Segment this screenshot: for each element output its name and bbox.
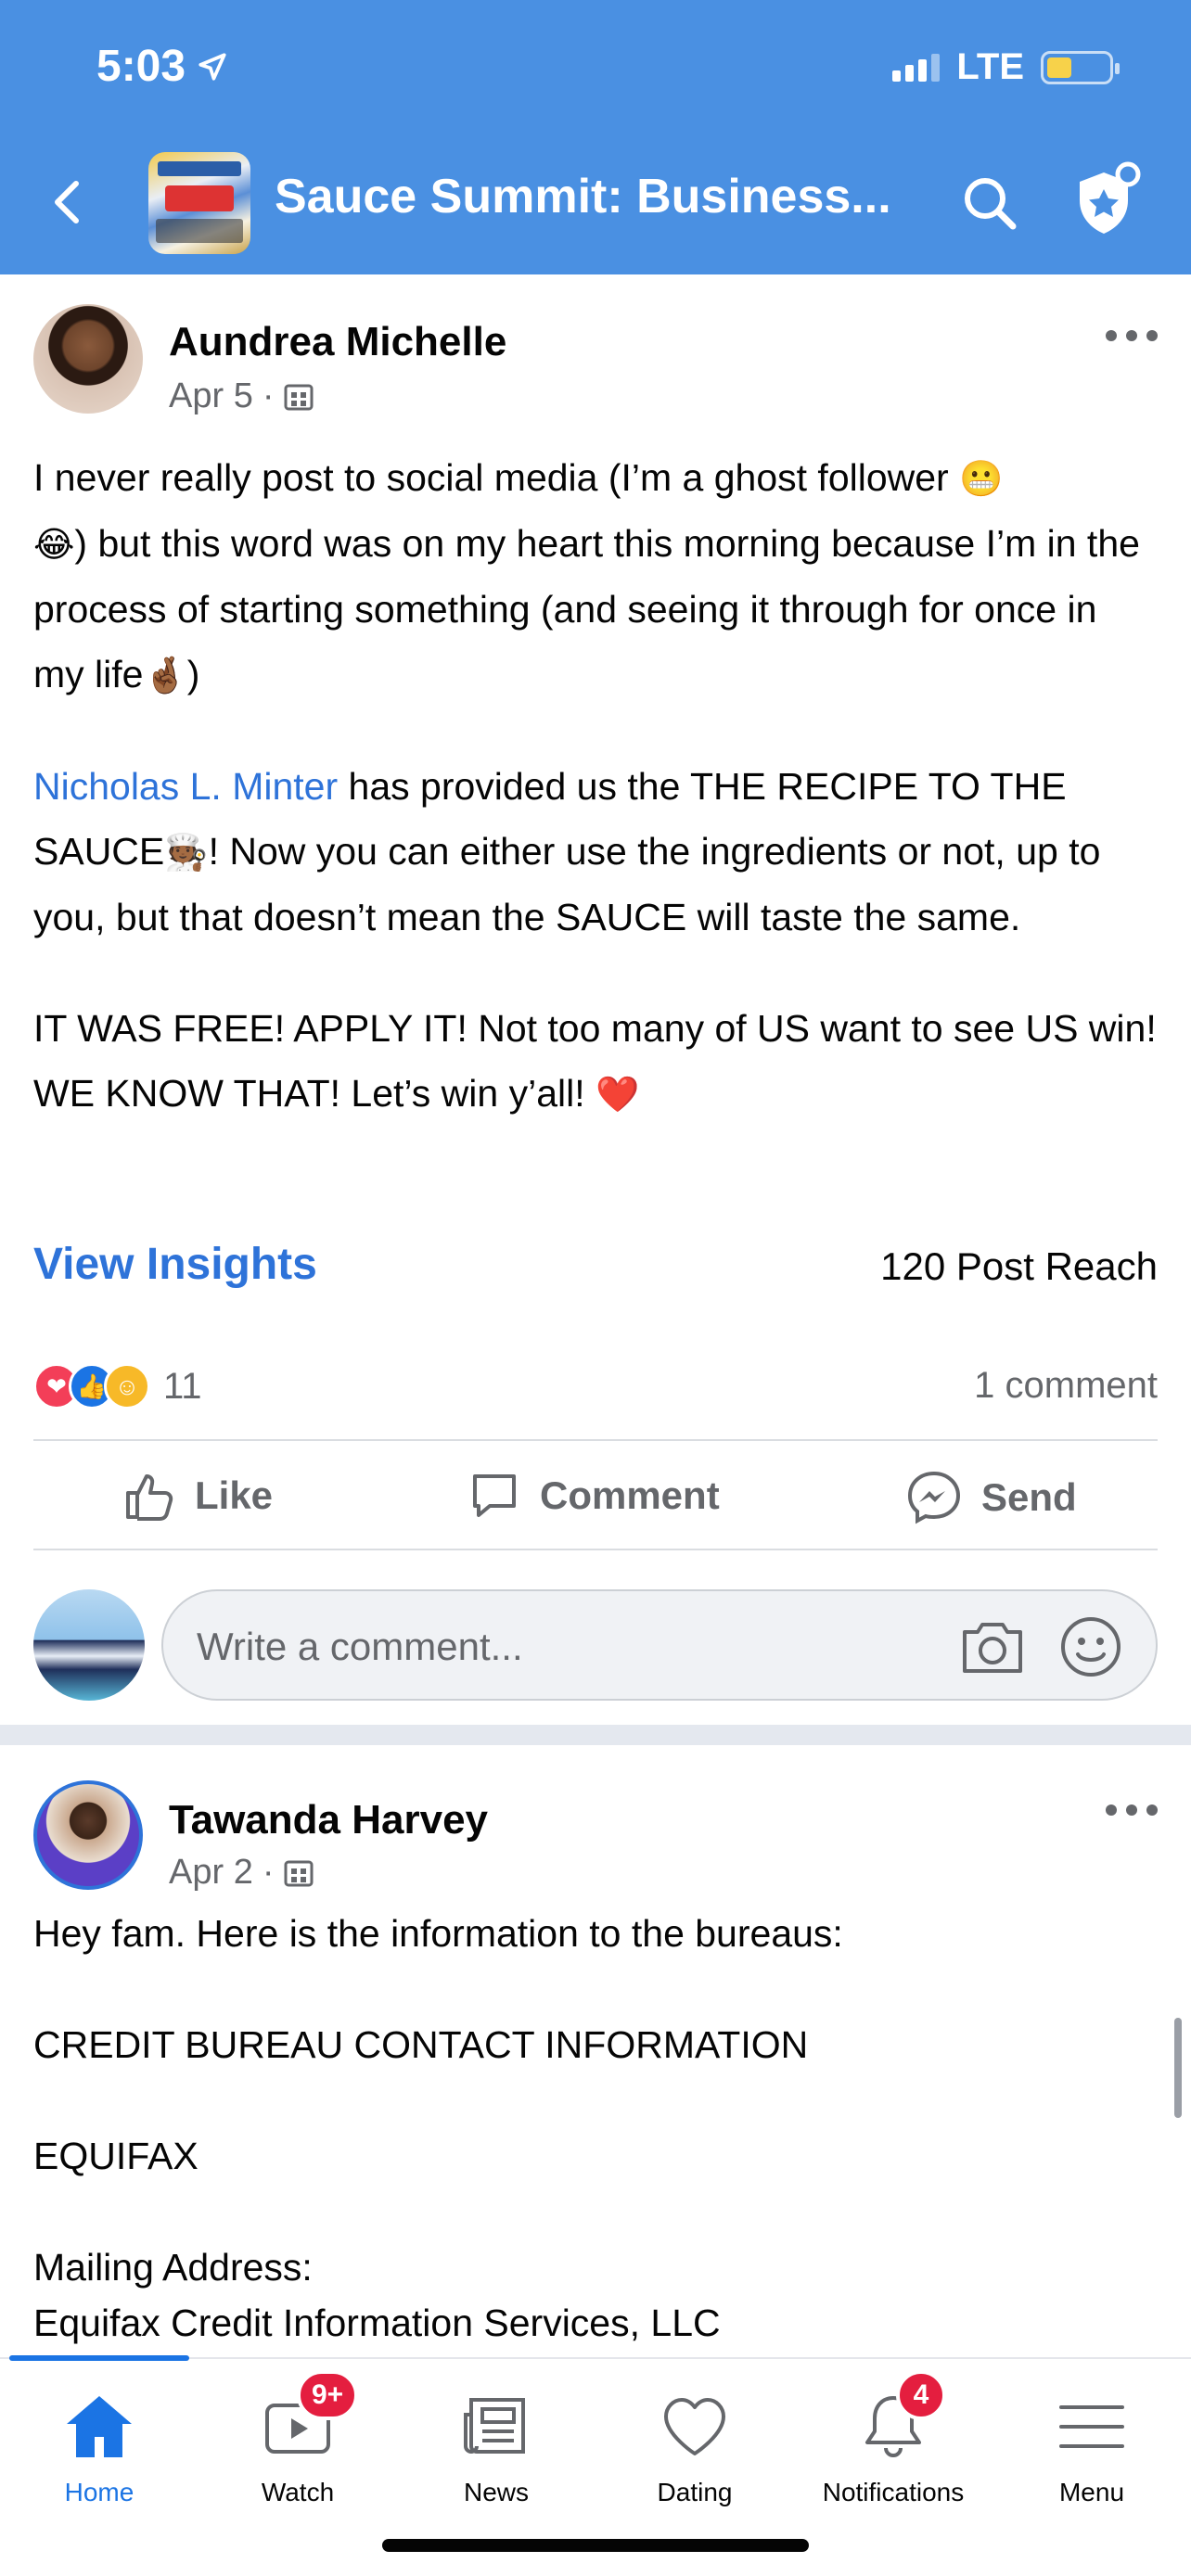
back-chevron-icon[interactable] bbox=[41, 174, 96, 230]
network-type: LTE bbox=[956, 46, 1024, 87]
current-user-avatar bbox=[33, 1589, 145, 1701]
status-time: 5:03 bbox=[96, 41, 228, 92]
emoji-smile-icon[interactable] bbox=[1057, 1613, 1124, 1680]
active-tab-indicator bbox=[9, 2355, 189, 2361]
more-options-icon[interactable] bbox=[1106, 326, 1158, 345]
clock: 5:03 bbox=[96, 42, 186, 91]
group-nav-row: Sauce Summit: Business... bbox=[0, 148, 1191, 258]
notifications-tab-icon-wrap: 4 bbox=[853, 2370, 946, 2467]
avatar[interactable] bbox=[33, 304, 143, 414]
camera-icon[interactable] bbox=[957, 1612, 1028, 1682]
post-body-line: EQUIFAX bbox=[33, 2135, 198, 2177]
tab-menu[interactable]: Menu bbox=[992, 2387, 1191, 2526]
tab-news[interactable]: News bbox=[397, 2387, 596, 2526]
post-body-line: CREDIT BUREAU CONTACT INFORMATION bbox=[33, 2023, 809, 2066]
divider bbox=[33, 1439, 1158, 1441]
messenger-icon bbox=[907, 1471, 961, 1524]
post-author[interactable]: Tawanda Harvey bbox=[169, 1797, 488, 1843]
post-tawanda: Tawanda Harvey Apr 2 · Hey fam. Here is … bbox=[0, 1745, 1191, 2357]
more-options-icon[interactable] bbox=[1106, 1801, 1158, 1819]
chef-emoji: 🧑🏾‍🍳 bbox=[164, 832, 209, 873]
post-body-line: Equifax Credit Information Services, LLC bbox=[33, 2302, 721, 2344]
like-label: Like bbox=[195, 1473, 274, 1517]
admin-shield-icon[interactable] bbox=[1070, 161, 1145, 239]
post-date[interactable]: Apr 5 bbox=[169, 376, 253, 416]
comment-bubble-icon bbox=[473, 1474, 516, 1517]
group-audience-icon bbox=[284, 1860, 314, 1886]
post-paragraph-3: IT WAS FREE! APPLY IT! Not too many of U… bbox=[33, 1007, 1157, 1115]
view-insights-link[interactable]: View Insights bbox=[33, 1239, 317, 1290]
post-body: I never really post to social media (I’m… bbox=[33, 445, 1158, 1173]
reaction-summary[interactable]: ❤ 👍 ☺ 11 bbox=[33, 1363, 202, 1409]
post-reach: 120 Post Reach bbox=[880, 1244, 1158, 1288]
battery-icon bbox=[1041, 50, 1120, 84]
comment-input[interactable]: Write a comment... bbox=[161, 1589, 1158, 1701]
grimace-emoji: 😬 bbox=[959, 458, 1004, 499]
hamburger-menu-icon bbox=[1059, 2405, 1124, 2448]
care-reaction-icon: ☺ bbox=[104, 1363, 150, 1409]
cell-signal-icon bbox=[892, 53, 941, 82]
heart-emoji: ❤️ bbox=[596, 1074, 640, 1115]
notifications-badge: 4 bbox=[896, 2370, 946, 2420]
home-icon bbox=[67, 2396, 132, 2457]
reaction-count: 11 bbox=[163, 1365, 202, 1407]
group-audience-icon bbox=[284, 384, 314, 410]
post-paragraph-1: I never really post to social media (I’m… bbox=[33, 456, 1140, 695]
thumbs-up-icon bbox=[126, 1474, 173, 1521]
divider bbox=[33, 1549, 1158, 1550]
like-button[interactable]: Like bbox=[122, 1469, 273, 1523]
post-body-line: Mailing Address: bbox=[33, 2246, 313, 2289]
tab-label: Notifications bbox=[822, 2478, 965, 2506]
post-meta: Apr 5 · bbox=[169, 376, 314, 416]
comment-label: Comment bbox=[540, 1473, 720, 1517]
heart-icon bbox=[664, 2398, 725, 2455]
tab-watch[interactable]: 9+ Watch bbox=[198, 2370, 397, 2526]
app-header: 5:03 LTE Sauce Summit: Business... bbox=[0, 0, 1191, 274]
tab-label: Home bbox=[64, 2478, 134, 2506]
comment-placeholder: Write a comment... bbox=[197, 1625, 523, 1668]
tab-dating[interactable]: Dating bbox=[596, 2387, 794, 2526]
mention-link[interactable]: Nicholas L. Minter bbox=[33, 765, 338, 808]
post-paragraph-2: Nicholas L. Minter has provided us the T… bbox=[33, 765, 1101, 938]
group-title[interactable]: Sauce Summit: Business... bbox=[275, 169, 891, 224]
comment-button[interactable]: Comment bbox=[467, 1469, 720, 1523]
crossed-fingers-emoji: 🤞🏾 bbox=[143, 655, 187, 695]
news-icon bbox=[464, 2398, 525, 2454]
post-separator bbox=[0, 1725, 1191, 1745]
post-date[interactable]: Apr 2 bbox=[169, 1853, 253, 1893]
watch-tab-icon-wrap: 9+ bbox=[258, 2370, 359, 2467]
meta-separator: · bbox=[262, 1853, 275, 1892]
watch-badge: 9+ bbox=[297, 2370, 359, 2420]
post-action-bar: Like Comment Send bbox=[0, 1447, 1191, 1549]
post-body-line: Hey fam. Here is the information to the … bbox=[33, 1912, 843, 1955]
post-meta: Apr 2 · bbox=[169, 1853, 314, 1893]
send-label: Send bbox=[981, 1475, 1077, 1519]
home-indicator[interactable] bbox=[382, 2539, 809, 2552]
scrollbar[interactable] bbox=[1174, 2018, 1182, 2118]
comment-count[interactable]: 1 comment bbox=[974, 1365, 1158, 1407]
meta-separator: · bbox=[262, 376, 275, 415]
laugh-emoji: 😂 bbox=[33, 524, 75, 565]
comment-composer: Write a comment... bbox=[0, 1582, 1191, 1712]
post-author[interactable]: Aundrea Michelle bbox=[169, 319, 506, 365]
tab-home[interactable]: Home bbox=[0, 2387, 198, 2526]
tab-notifications[interactable]: 4 Notifications bbox=[794, 2370, 992, 2526]
tab-label: News bbox=[463, 2478, 529, 2506]
search-icon[interactable] bbox=[959, 172, 1020, 234]
tab-label: Watch bbox=[261, 2478, 335, 2506]
tab-label: Dating bbox=[657, 2478, 733, 2506]
status-indicators: LTE bbox=[892, 46, 1120, 88]
avatar[interactable] bbox=[33, 1780, 143, 1890]
tab-label: Menu bbox=[1058, 2478, 1125, 2506]
location-arrow-icon bbox=[198, 52, 226, 81]
send-button[interactable]: Send bbox=[905, 1469, 1077, 1526]
group-cover-thumbnail[interactable] bbox=[148, 152, 250, 254]
